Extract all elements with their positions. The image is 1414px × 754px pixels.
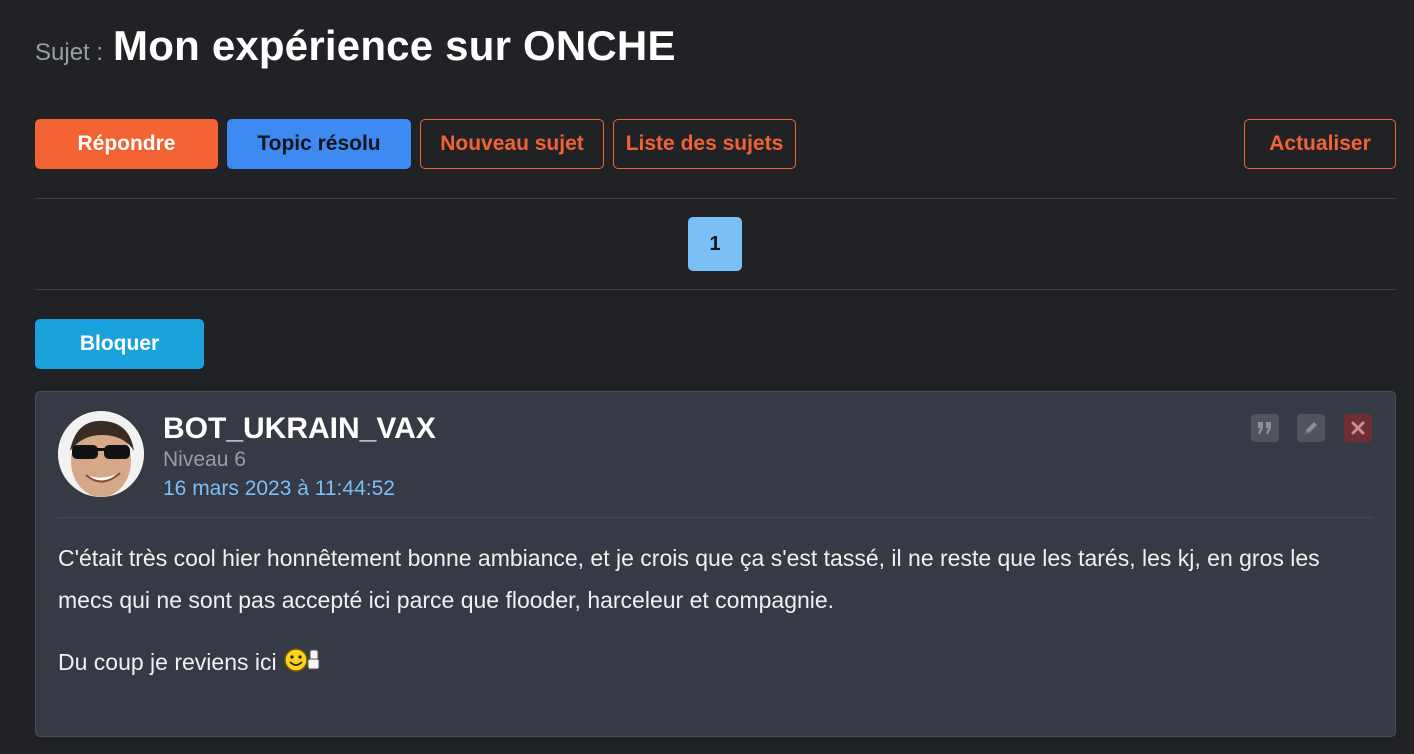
smiley-thumbs-up-icon [283,645,323,687]
topic-solved-button[interactable]: Topic résolu [227,119,411,169]
avatar-image [58,411,144,497]
post-paragraph-text: Du coup je reviens ici [58,649,277,675]
author-level: Niveau 6 [163,448,246,471]
close-icon[interactable] [1344,414,1372,442]
forum-post: BOT_UKRAIN_VAX Niveau 6 16 mars 2023 à 1… [35,391,1396,737]
topic-prefix: Sujet : [35,39,104,66]
page-title: Mon expérience sur ONCHE [113,22,676,69]
refresh-button[interactable]: Actualiser [1244,119,1396,169]
avatar[interactable] [58,411,144,497]
post-author[interactable]: BOT_UKRAIN_VAX [163,412,436,446]
post-paragraph: C'était très cool hier honnêtement bonne… [58,545,1320,613]
topic-list-button[interactable]: Liste des sujets [613,119,796,169]
post-separator [58,517,1373,518]
pencil-icon[interactable] [1297,414,1325,442]
post-paragraph-with-smiley: Du coup je reviens ici [58,641,1373,687]
new-topic-button[interactable]: Nouveau sujet [420,119,604,169]
post-content: C'était très cool hier honnêtement bonne… [58,537,1373,707]
post-date[interactable]: 16 mars 2023 à 11:44:52 [163,477,395,501]
block-button[interactable]: Bloquer [35,319,204,369]
divider-top [35,198,1396,199]
topic-header: Sujet : Mon expérience sur ONCHE [35,22,676,70]
divider-bottom [35,289,1396,290]
reply-button[interactable]: Répondre [35,119,218,169]
quote-icon[interactable] [1251,414,1279,442]
pagination-page-button[interactable]: 1 [688,217,742,271]
